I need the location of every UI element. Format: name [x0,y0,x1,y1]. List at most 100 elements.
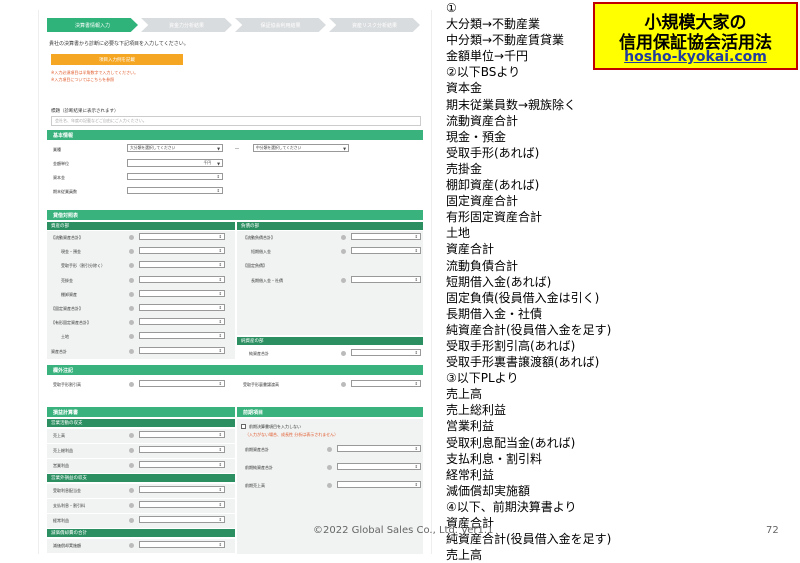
note-line: 固定負債(役員借入金は引く) [446,290,600,305]
bs-asset-label: 【流動資産合計】 [51,235,83,240]
example-button[interactable]: 項目入力例を記載 [51,54,183,65]
note-line: ④以下、前期決算書より [446,499,577,514]
pl-input[interactable]: ⇕ [139,501,225,508]
note-help-link[interactable]: ※入力項目についてはこちらを参照 [51,77,114,83]
bs-asset-input[interactable]: ⇕ [139,346,225,354]
prev-input[interactable]: ⇕ [337,463,421,470]
help-icon[interactable] [129,348,134,354]
note-line: 大分類→不動産業 [446,17,541,32]
prev-section-header: 前期項目 [237,407,423,417]
bs-asset-input[interactable]: ⇕ [139,261,225,269]
bs-liability-input[interactable]: ⇕ [351,247,421,255]
title-label: 標題（診断結果に表示されます） [51,109,119,114]
bs-asset-label: 受取手形（割引分除く） [61,263,105,269]
help-icon[interactable] [341,277,346,283]
employees-input[interactable]: ⇕ [127,187,223,194]
note-line: 受取手形裏書譲渡額(あれば) [446,355,600,370]
stepper-icon: ⇕ [414,381,418,386]
pl-label: 売上総利益 [53,448,73,453]
stepper-icon: ⇕ [218,262,222,268]
industry-label: 業種 [53,147,61,152]
chevron-down-icon: ▼ [343,145,346,151]
help-icon[interactable] [129,448,134,453]
pl-input[interactable]: ⇕ [139,431,225,438]
unit-select[interactable]: 千円 ▼ [127,159,223,167]
prev-warning: （入力がない場合、成長性 分析は表示されません） [245,432,339,437]
note-line: ① [446,1,457,15]
pl-label: 減価償却実施額 [53,543,81,548]
help-icon[interactable] [129,518,134,523]
industry-mid-value: 中分類を選択してください [256,145,302,150]
industry-mid-select[interactable]: 中分類を選択してください ▼ [253,144,349,152]
note-line: 営業利益 [446,419,495,434]
equity-total-input[interactable]: ⇕ [351,349,421,356]
pl-input[interactable]: ⇕ [139,486,225,493]
page-number: 72 [766,525,779,536]
stepper-icon: ⇕ [218,447,222,452]
bs-liability-input[interactable]: ⇕ [351,275,421,283]
help-icon[interactable] [129,433,134,438]
skip-prev-label: 前期決算書項目を入力しない [249,424,301,429]
note-line: 受取手形割引高(あれば) [446,338,576,353]
pl-subheader: 営業活動の収支 [47,419,235,427]
endorsed-notes-input[interactable]: ⇕ [351,380,421,387]
help-icon[interactable] [129,543,134,548]
bs-liability-input[interactable]: ⇕ [351,233,421,240]
note-required: ※入力必須項目は半角数字で入力してください。 [51,70,139,75]
help-icon[interactable] [129,503,134,508]
stepper-icon: ⇕ [218,248,222,254]
pl-input[interactable]: ⇕ [139,446,225,453]
help-icon[interactable] [129,277,134,283]
pl-input[interactable]: ⇕ [139,461,225,468]
discounted-notes-label: 受取手形割引高 [53,382,81,387]
badge-url[interactable]: hosho-kyokai.com [595,49,796,65]
stepper-icon: ⇕ [218,462,222,467]
bs-asset-input[interactable]: ⇕ [139,275,225,283]
note-line: 売上高 [446,387,483,402]
endorsed-notes-label: 受取手形裏書譲渡高 [243,382,279,387]
pl-input[interactable]: ⇕ [139,541,225,548]
stepper-icon: ⇕ [218,333,222,339]
help-icon[interactable] [129,488,134,493]
note-line: 土地 [446,226,471,241]
stepper-icon: ⇕ [414,482,418,487]
note-line: 中分類→不動産賃貸業 [446,33,565,48]
help-icon[interactable] [327,447,332,452]
help-icon[interactable] [129,291,134,297]
help-icon[interactable] [129,306,134,311]
bs-asset-input[interactable]: ⇕ [139,233,225,240]
note-line: 受取利息配当金(あれば) [446,435,576,450]
note-line: 売上高 [446,548,483,563]
help-icon[interactable] [129,235,134,240]
site-badge: 小規模大家の 信用保証協会活用法 hosho-kyokai.com [593,2,798,70]
bs-asset-input[interactable]: ⇕ [139,289,225,297]
note-line: 支払利息・割引料 [446,451,543,466]
note-line: 棚卸資産(あれば) [446,178,540,193]
help-icon[interactable] [341,382,346,387]
prev-input[interactable]: ⇕ [337,445,421,452]
bs-liability-label: 短期借入金 [251,249,271,255]
help-icon[interactable] [341,351,346,356]
stepper-icon: ⇕ [218,517,222,522]
capital-input[interactable]: ⇕ [127,173,223,180]
dash: ― [235,146,239,151]
stepper-icon: ⇕ [218,432,222,437]
discounted-notes-input[interactable]: ⇕ [139,380,225,387]
prev-input[interactable]: ⇕ [337,481,421,488]
bs-asset-input[interactable]: ⇕ [139,318,225,326]
step-2: 資金力分析結果 [141,18,232,32]
help-icon[interactable] [327,483,332,488]
industry-major-select[interactable]: 大分類を選択してください ▼ [127,144,223,152]
help-icon[interactable] [341,235,346,240]
pl-input[interactable]: ⇕ [139,516,225,523]
bs-asset-input[interactable]: ⇕ [139,247,225,255]
help-icon[interactable] [129,463,134,468]
skip-prev-checkbox[interactable] [241,424,246,429]
help-icon[interactable] [327,465,332,470]
help-icon[interactable] [129,382,134,387]
bs-asset-input[interactable]: ⇕ [139,332,225,340]
note-line: 流動資産合計 [446,113,519,128]
bs-asset-input[interactable]: ⇕ [139,304,225,311]
title-input[interactable]: 会社名、年度の記載などご自由にご入力ください。 [51,116,421,126]
note-line: 期末従業員数→親族除く [446,97,577,112]
